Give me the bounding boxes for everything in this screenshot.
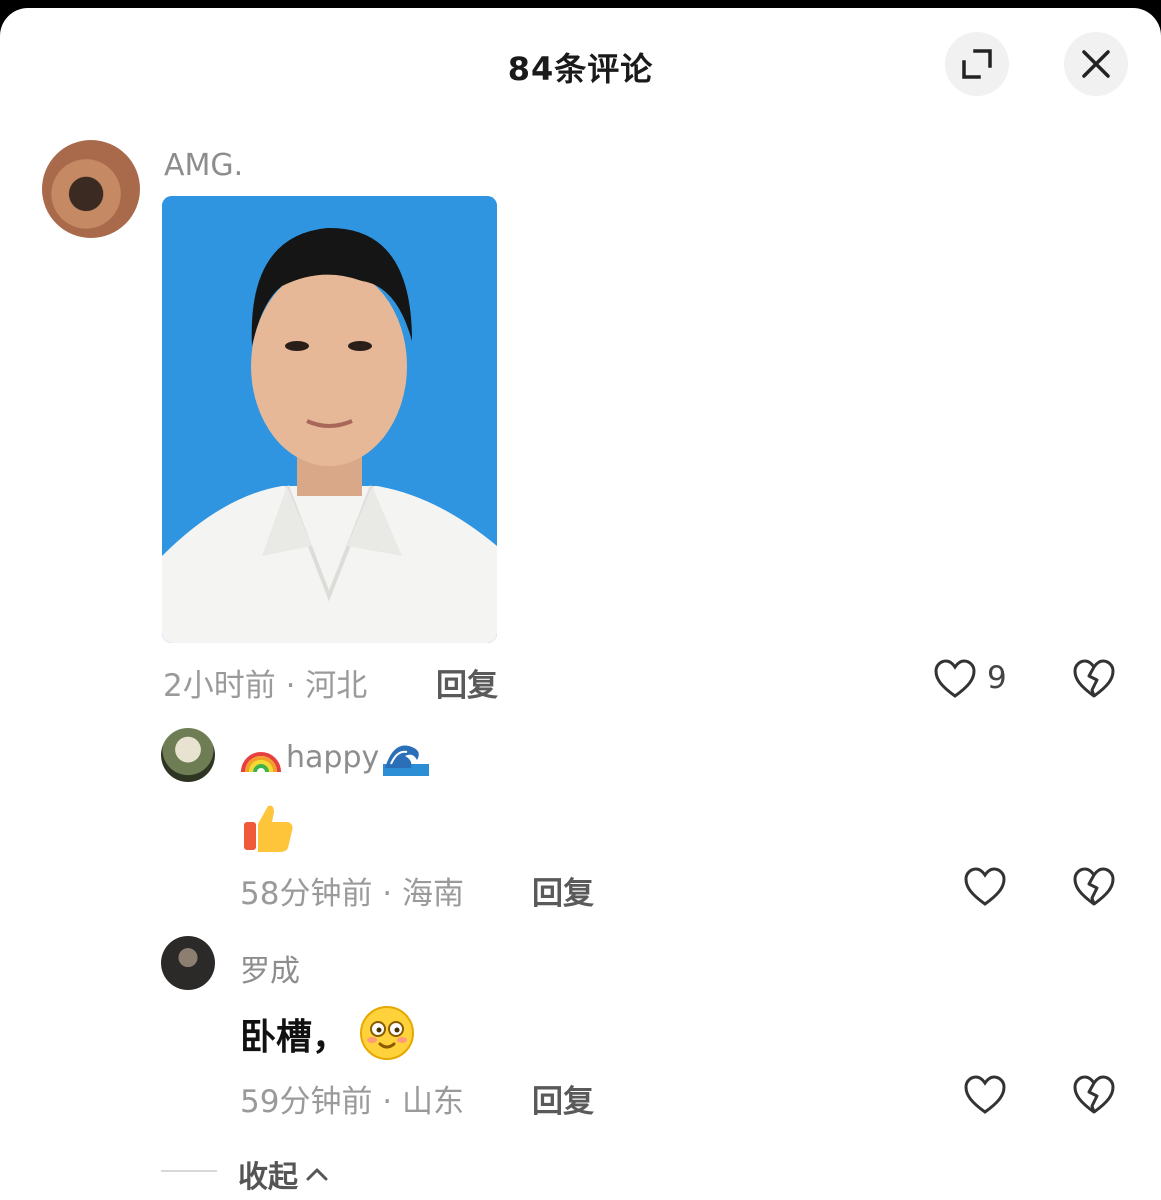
chevron-up-icon bbox=[306, 1168, 328, 1181]
reply-button[interactable]: 回复 bbox=[436, 660, 498, 705]
heart-icon[interactable] bbox=[963, 1074, 1007, 1116]
broken-heart-icon[interactable] bbox=[1072, 658, 1116, 700]
reply-time-location: 58分钟前 · 海南 bbox=[240, 876, 465, 912]
wave-emoji-icon bbox=[383, 745, 430, 776]
reply-button[interactable]: 回复 bbox=[532, 868, 594, 913]
comment-photo[interactable] bbox=[162, 196, 497, 643]
collapse-label: 收起 bbox=[238, 1160, 298, 1195]
close-button[interactable] bbox=[1064, 32, 1128, 96]
like-count: 9 bbox=[987, 660, 1007, 696]
heart-icon[interactable] bbox=[963, 866, 1007, 908]
thumbs-up-emoji-icon bbox=[244, 805, 293, 852]
expand-icon bbox=[962, 49, 992, 79]
broken-heart-icon[interactable] bbox=[1072, 866, 1116, 908]
reply-text: 卧槽， bbox=[240, 1017, 349, 1058]
broken-heart-icon[interactable] bbox=[1072, 1074, 1116, 1116]
reply-username[interactable]: happy bbox=[240, 738, 430, 776]
collapse-button[interactable]: 收起 bbox=[238, 1152, 328, 1196]
expand-button[interactable] bbox=[945, 32, 1009, 96]
portrait-image bbox=[162, 196, 497, 643]
collapse-divider bbox=[161, 1170, 217, 1172]
comments-panel: 84条评论 AMG. 2小时前 · 河北 回复 9 happy 58分钟前 · … bbox=[0, 8, 1161, 1200]
reply-username-text: happy bbox=[286, 739, 380, 775]
close-icon bbox=[1082, 50, 1110, 78]
avatar[interactable] bbox=[161, 936, 215, 990]
heart-icon[interactable] bbox=[933, 658, 977, 700]
comment-time-location: 2小时前 · 河北 bbox=[163, 668, 368, 704]
smiley-emoji-icon bbox=[360, 1006, 414, 1060]
reply-username[interactable]: 罗成 bbox=[240, 946, 300, 990]
avatar[interactable] bbox=[161, 728, 215, 782]
rainbow-emoji-icon bbox=[241, 752, 281, 773]
comment-username[interactable]: AMG. bbox=[164, 148, 243, 183]
reply-time-location: 59分钟前 · 山东 bbox=[240, 1084, 465, 1120]
reply-button[interactable]: 回复 bbox=[532, 1076, 594, 1121]
avatar[interactable] bbox=[42, 140, 140, 238]
